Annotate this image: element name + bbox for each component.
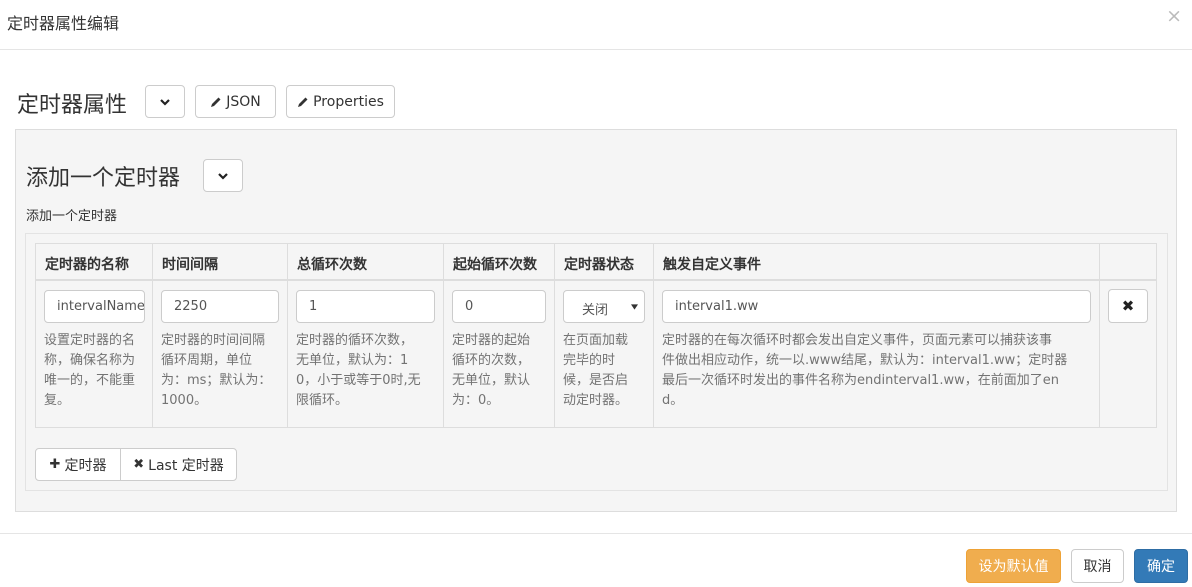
help-line: 称，确保名称为 [44,353,136,368]
remove-last-timer-button[interactable]: ✖ Last 定时器 [120,448,237,481]
remove-icon: ✖ [1121,297,1135,315]
remove-row-button[interactable]: ✖ [1108,289,1148,323]
remove-icon: ✖ [133,457,145,472]
help-line: d。 [662,393,684,408]
timer-name-input[interactable]: intervalName [44,290,145,323]
column-header-status: 定时器状态 [555,244,654,281]
timer-table: 定时器的名称 时间间隔 总循环次数 起始循环次数 定时器状态 触发自定义事件 i… [35,243,1157,428]
event-input[interactable]: interval1.ww [662,290,1091,323]
pencil-icon [298,97,308,107]
cell-event: interval1.ww 定时器的在每次循环时都会发出自定义事件，页面元素可以捕… [654,281,1100,427]
help-line: 0，小于或等于0时,无 [296,373,421,388]
column-header-actions [1100,244,1156,281]
column-header-event: 触发自定义事件 [654,244,1100,281]
timer-name-help: 设置定时器的名 称，确保名称为 唯一的，不能重 复。 [44,331,135,411]
properties-button-label: Properties [313,93,384,110]
help-line: 循环的次数， [452,353,531,368]
pencil-icon [211,97,221,107]
chevron-down-icon [218,172,228,180]
interval-input[interactable]: 2250 [161,290,279,323]
status-select-value: 关闭 [582,303,609,318]
help-line: 无单位，默认为：1 [296,353,409,368]
close-icon[interactable]: × [1166,6,1182,26]
help-line: 无单位，默认 [452,373,531,388]
cell-total-loops: 1 定时器的循环次数， 无单位，默认为：1 0，小于或等于0时,无 限循环。 [288,281,444,427]
help-line: 唯一的，不能重 [44,373,136,388]
help-line: 为：ms；默认为： [161,373,272,388]
cell-actions: ✖ [1100,281,1156,427]
plus-icon: ✚ [49,457,61,472]
help-line: 最后一次循环时发出的事件名称为endinterval1.ww，在前面加了en [662,373,1059,388]
help-line: 候，是否启 [563,373,629,388]
modal-title: 定时器属性编辑 [7,14,120,33]
json-button-label: JSON [226,93,261,110]
event-help: 定时器的在每次循环时都会发出自定义事件，页面元素可以捕获该事 件做出相应动作，统… [662,331,1067,411]
help-line: 1000。 [161,393,208,408]
help-line: 动定时器。 [563,393,629,408]
help-line: 定时器的在每次循环时都会发出自定义事件，页面元素可以捕获该事 [662,333,1053,348]
add-timer-title: 添加一个定时器 [26,166,181,191]
json-button[interactable]: JSON [195,85,276,118]
help-line: 为：0。 [452,393,500,408]
help-line: 件做出相应动作，统一以.www结尾，默认为：interval1.ww；定时器 [662,353,1068,368]
cell-start-loop: 0 定时器的起始 循环的次数， 无单位，默认 为：0。 [444,281,555,427]
add-timer-subtitle: 添加一个定时器 [26,209,118,224]
help-line: 限循环。 [296,393,349,408]
help-line: 定时器的循环次数， [296,333,414,348]
total-loops-input[interactable]: 1 [296,290,435,323]
remove-last-timer-label: Last 定时器 [148,457,224,474]
cancel-button[interactable]: 取消 [1071,549,1124,583]
status-help: 在页面加载 完毕的时 候，是否启 动定时器。 [563,331,628,411]
caret-down-icon [631,304,638,310]
status-select[interactable]: 关闭 [563,290,645,323]
help-line: 复。 [44,393,71,408]
modal-header: 定时器属性编辑 × [0,0,1192,50]
cell-status: 关闭 在页面加载 完毕的时 候，是否启 动定时器。 [555,281,654,427]
column-header-name: 定时器的名称 [36,244,153,281]
cell-interval: 2250 定时器的时间间隔 循环周期，单位 为：ms；默认为： 1000。 [153,281,288,427]
set-default-button[interactable]: 设为默认值 [966,549,1061,583]
column-header-interval: 时间间隔 [153,244,288,281]
chevron-down-icon [160,98,170,106]
ok-button[interactable]: 确定 [1134,549,1188,583]
modal-footer-divider [0,533,1192,534]
properties-title: 定时器属性 [17,93,128,118]
add-timer-label: 定时器 [64,457,107,474]
start-loop-help: 定时器的起始 循环的次数， 无单位，默认 为：0。 [452,331,530,411]
interval-help: 定时器的时间间隔 循环周期，单位 为：ms；默认为： 1000。 [161,331,271,411]
help-line: 在页面加载 [563,333,629,348]
column-header-start-loop: 起始循环次数 [444,244,555,281]
properties-toggle-button[interactable] [145,85,185,118]
cell-name: intervalName 设置定时器的名 称，确保名称为 唯一的，不能重 复。 [36,281,153,427]
help-line: 完毕的时 [563,353,616,368]
properties-button[interactable]: Properties [286,85,395,118]
help-line: 定时器的时间间隔 [161,333,266,348]
add-timer-toggle-button[interactable] [203,159,243,192]
help-line: 循环周期，单位 [161,353,253,368]
help-line: 定时器的起始 [452,333,531,348]
column-header-total-loops: 总循环次数 [288,244,444,281]
start-loop-input[interactable]: 0 [452,290,546,323]
help-line: 设置定时器的名 [44,333,136,348]
add-timer-button[interactable]: ✚ 定时器 [35,448,121,481]
total-loops-help: 定时器的循环次数， 无单位，默认为：1 0，小于或等于0时,无 限循环。 [296,331,421,411]
